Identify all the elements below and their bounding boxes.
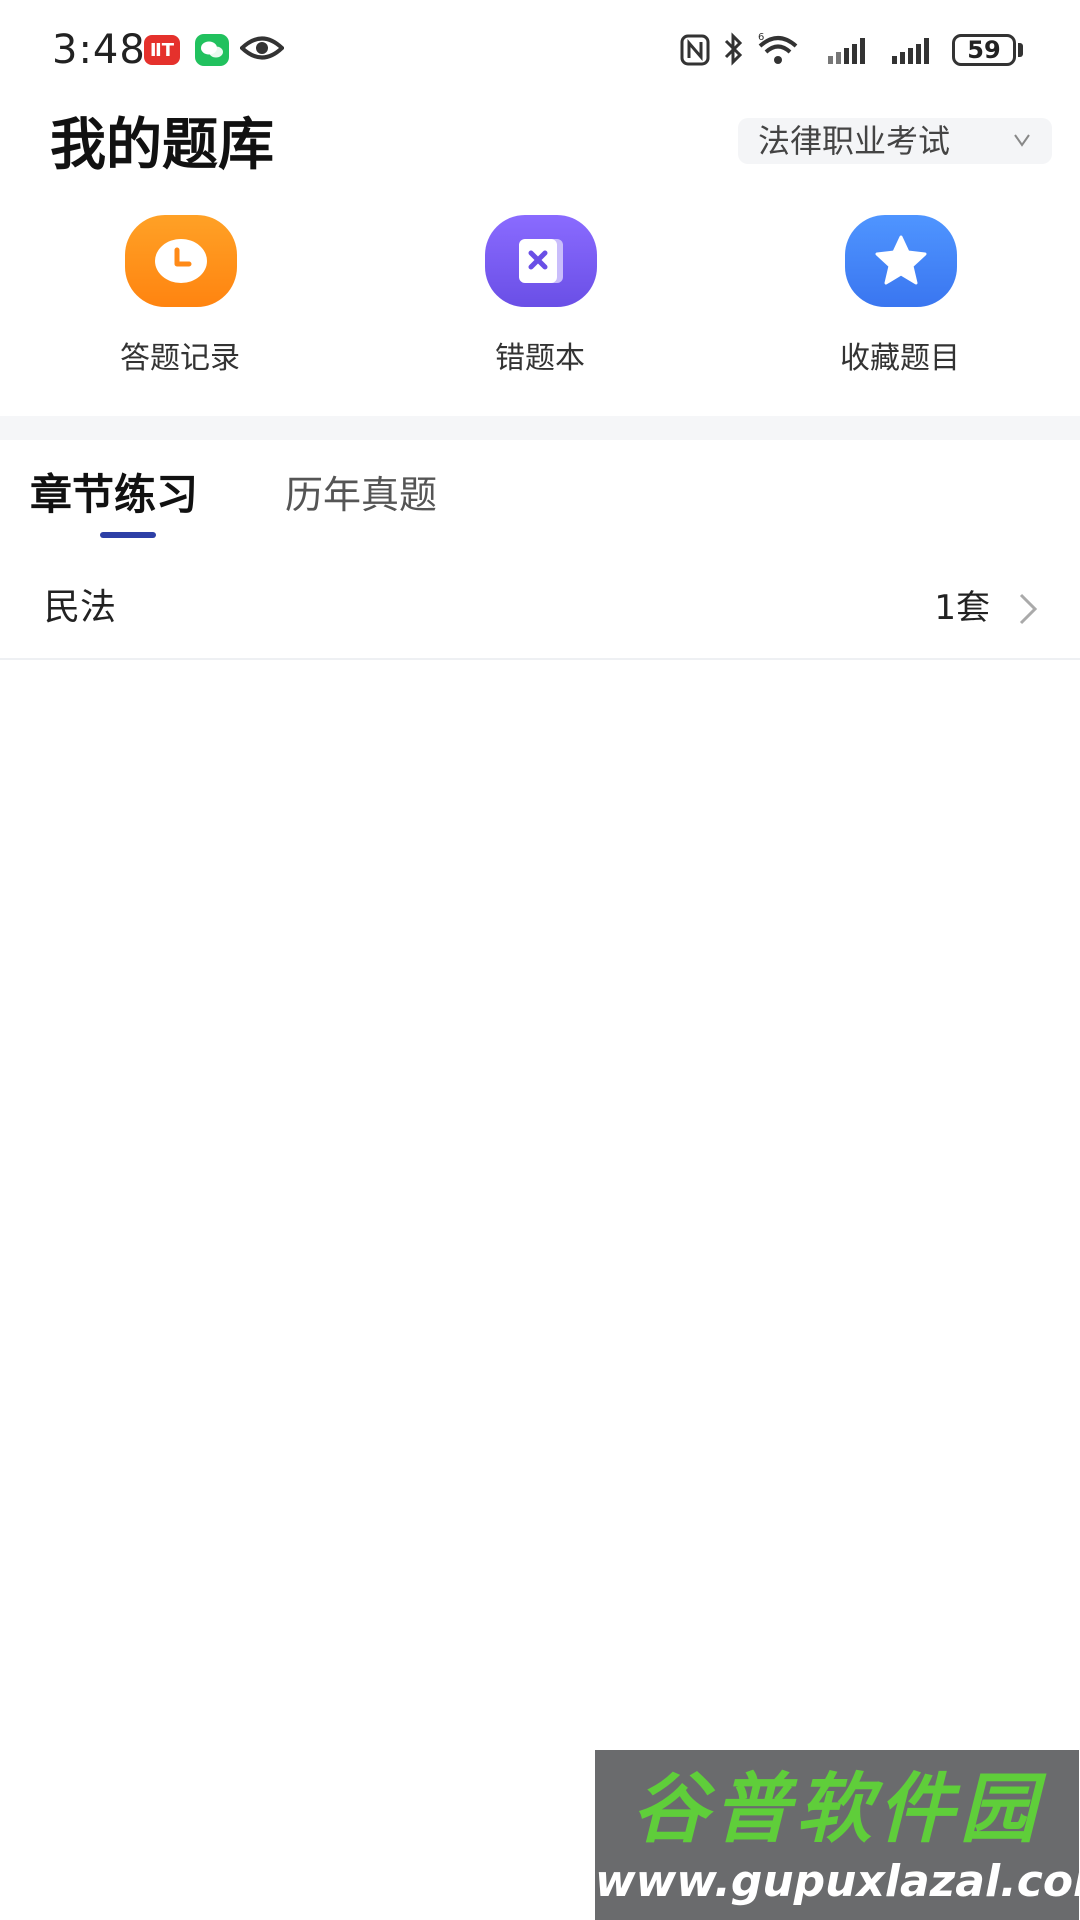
tab-bar: 章节练习 历年真题 xyxy=(0,460,1080,540)
eye-icon xyxy=(239,33,285,67)
exam-type-label: 法律职业考试 xyxy=(758,122,951,160)
answer-history-label: 答题记录 xyxy=(120,341,240,376)
chevron-down-icon xyxy=(1014,134,1030,147)
app-notification-icon: ⅡT xyxy=(144,35,180,65)
favorites-button[interactable]: 收藏题目 xyxy=(790,215,1010,376)
battery-tip xyxy=(1018,43,1023,57)
quick-actions: 答题记录 错题本 收藏题目 xyxy=(0,215,1080,376)
favorites-label: 收藏题目 xyxy=(840,341,960,376)
list-item[interactable]: 民法 1套 xyxy=(0,560,1080,660)
list-item-title: 民法 xyxy=(44,587,117,628)
wifi-icon: 6 xyxy=(758,32,798,64)
bluetooth-icon xyxy=(724,32,743,66)
status-time: 3:48 xyxy=(52,27,146,73)
active-tab-indicator xyxy=(100,532,156,538)
battery-indicator: 59 xyxy=(952,34,1016,66)
wrong-questions-label: 错题本 xyxy=(495,341,585,376)
battery-level: 59 xyxy=(967,36,1001,64)
signal-1-icon xyxy=(828,38,865,64)
page-title: 我的题库 xyxy=(50,113,274,178)
nfc-icon xyxy=(680,34,710,66)
section-divider xyxy=(0,416,1080,440)
clock-icon xyxy=(125,215,237,307)
watermark: 谷普软件园 www.gupuxlazal.com xyxy=(595,1750,1080,1920)
signal-2-icon xyxy=(892,38,929,64)
list-item-count: 1套 xyxy=(934,588,990,628)
answer-history-button[interactable]: 答题记录 xyxy=(70,215,290,376)
app-notification-text: ⅡT xyxy=(149,39,175,61)
watermark-url: www.gupuxlazal.com xyxy=(595,1856,1080,1907)
star-icon xyxy=(845,215,957,307)
wrong-questions-button[interactable]: 错题本 xyxy=(430,215,650,376)
wechat-icon xyxy=(195,34,229,66)
question-bank-screen: 3:48 ⅡT 6 59 我的题库 法律职业考试 答题记录 错题本 收藏题目 章… xyxy=(0,0,1080,1920)
svg-text:6: 6 xyxy=(758,32,764,43)
wrong-book-icon xyxy=(485,215,597,307)
tab-chapter-practice[interactable]: 章节练习 xyxy=(30,460,198,530)
exam-type-selector[interactable]: 法律职业考试 xyxy=(738,118,1052,164)
tab-past-exams[interactable]: 历年真题 xyxy=(285,460,437,530)
watermark-title: 谷普软件园 xyxy=(632,1764,1042,1853)
chevron-right-icon xyxy=(1019,593,1038,625)
status-bar: 3:48 ⅡT 6 59 xyxy=(0,0,1080,100)
